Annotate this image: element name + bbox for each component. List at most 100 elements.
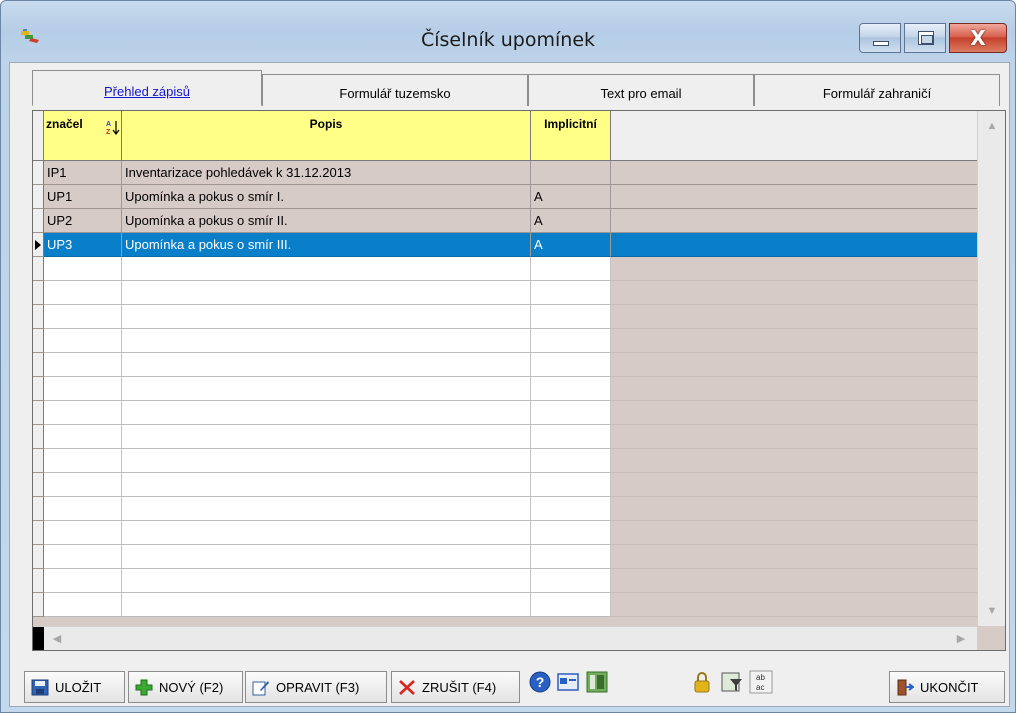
cell-implicitni[interactable]: A [531, 185, 611, 209]
cell-implicitni[interactable]: A [531, 209, 611, 233]
empty-row[interactable] [33, 257, 977, 281]
save-button[interactable]: ULOŽIT [24, 671, 125, 703]
cell-popis[interactable] [122, 257, 531, 281]
cell-implicitni[interactable] [531, 569, 611, 593]
cell-code[interactable] [44, 353, 122, 377]
row-indicator[interactable] [33, 233, 44, 257]
cell-popis[interactable] [122, 593, 531, 617]
cell-implicitni[interactable] [531, 353, 611, 377]
row-indicator[interactable] [33, 425, 44, 449]
cell-code[interactable] [44, 257, 122, 281]
cell-code[interactable] [44, 329, 122, 353]
vertical-scrollbar[interactable]: ▲ ▼ [977, 111, 1005, 626]
row-indicator[interactable] [33, 497, 44, 521]
cell-popis[interactable] [122, 425, 531, 449]
cell-code[interactable]: UP1 [44, 185, 122, 209]
cell-implicitni[interactable] [531, 449, 611, 473]
cell-code[interactable]: UP3 [44, 233, 122, 257]
cell-implicitni[interactable] [531, 521, 611, 545]
filter-icon[interactable] [720, 670, 744, 694]
cell-popis[interactable] [122, 329, 531, 353]
table-row[interactable]: UP1 Upomínka a pokus o smír I. A [33, 185, 977, 209]
cell-code[interactable] [44, 281, 122, 305]
scroll-left-icon[interactable]: ◀ [47, 629, 67, 649]
empty-row[interactable] [33, 449, 977, 473]
tab-text-pro-email[interactable]: Text pro email [528, 74, 754, 106]
row-indicator[interactable] [33, 305, 44, 329]
cell-implicitni[interactable] [531, 473, 611, 497]
cell-implicitni[interactable]: A [531, 233, 611, 257]
row-indicator[interactable] [33, 521, 44, 545]
cell-popis[interactable] [122, 401, 531, 425]
cell-implicitni[interactable] [531, 497, 611, 521]
empty-row[interactable] [33, 401, 977, 425]
cell-implicitni[interactable] [531, 305, 611, 329]
row-indicator[interactable] [33, 593, 44, 617]
column-header-popis[interactable]: Popis [122, 111, 531, 161]
cell-code[interactable] [44, 449, 122, 473]
cell-popis[interactable] [122, 353, 531, 377]
new-button[interactable]: NOVÝ (F2) [128, 671, 243, 703]
column-header-implicitni[interactable]: Implicitní [531, 111, 611, 161]
cell-code[interactable] [44, 473, 122, 497]
cell-code[interactable] [44, 401, 122, 425]
empty-row[interactable] [33, 329, 977, 353]
cell-popis[interactable]: Upomínka a pokus o smír II. [122, 209, 531, 233]
cell-implicitni[interactable] [531, 161, 611, 185]
empty-row[interactable] [33, 377, 977, 401]
cell-code[interactable]: UP2 [44, 209, 122, 233]
cell-implicitni[interactable] [531, 257, 611, 281]
cell-popis[interactable]: Inventarizace pohledávek k 31.12.2013 [122, 161, 531, 185]
scroll-right-icon[interactable]: ▶ [951, 629, 971, 649]
help-icon[interactable]: ? [528, 670, 552, 694]
row-indicator[interactable] [33, 257, 44, 281]
columns-icon[interactable] [585, 670, 609, 694]
close-button[interactable]: X [949, 23, 1007, 53]
row-indicator[interactable] [33, 353, 44, 377]
empty-row[interactable] [33, 305, 977, 329]
lock-icon[interactable] [690, 670, 714, 694]
empty-row[interactable] [33, 545, 977, 569]
quit-button[interactable]: UKONČIT [889, 671, 1005, 703]
card-icon[interactable] [556, 670, 580, 694]
empty-row[interactable] [33, 497, 977, 521]
cell-popis[interactable] [122, 449, 531, 473]
empty-row[interactable] [33, 425, 977, 449]
empty-row[interactable] [33, 473, 977, 497]
maximize-button[interactable] [904, 23, 946, 53]
edit-button[interactable]: OPRAVIT (F3) [245, 671, 387, 703]
table-row[interactable]: IP1 Inventarizace pohledávek k 31.12.2013 [33, 161, 977, 185]
row-indicator[interactable] [33, 209, 44, 233]
row-indicator[interactable] [33, 473, 44, 497]
cell-implicitni[interactable] [531, 329, 611, 353]
table-row[interactable]: UP2 Upomínka a pokus o smír II. A [33, 209, 977, 233]
cell-popis[interactable] [122, 473, 531, 497]
cell-popis[interactable] [122, 569, 531, 593]
empty-row[interactable] [33, 353, 977, 377]
cell-code[interactable] [44, 593, 122, 617]
cell-code[interactable] [44, 569, 122, 593]
sort-az-icon[interactable]: A Z [106, 118, 120, 138]
cell-code[interactable] [44, 521, 122, 545]
scroll-down-icon[interactable]: ▼ [982, 600, 1002, 622]
cell-popis[interactable] [122, 497, 531, 521]
cell-implicitni[interactable] [531, 545, 611, 569]
cell-code[interactable] [44, 497, 122, 521]
row-indicator[interactable] [33, 449, 44, 473]
delete-button[interactable]: ZRUŠIT (F4) [391, 671, 520, 703]
records-grid[interactable]: značel A Z Popis Implicitní IP1 Inventari… [32, 110, 1006, 651]
title-bar[interactable]: Číselník upomínek X [1, 1, 1015, 61]
cell-code[interactable] [44, 425, 122, 449]
cell-popis[interactable] [122, 521, 531, 545]
cell-code[interactable] [44, 545, 122, 569]
horizontal-scrollbar[interactable]: ◀ ▶ [33, 626, 977, 650]
cell-implicitni[interactable] [531, 281, 611, 305]
cell-implicitni[interactable] [531, 401, 611, 425]
row-indicator[interactable] [33, 569, 44, 593]
cell-popis[interactable] [122, 377, 531, 401]
spellcheck-icon[interactable]: ab ac [749, 670, 773, 694]
row-indicator[interactable] [33, 401, 44, 425]
cell-code[interactable]: IP1 [44, 161, 122, 185]
row-indicator[interactable] [33, 161, 44, 185]
row-indicator[interactable] [33, 329, 44, 353]
